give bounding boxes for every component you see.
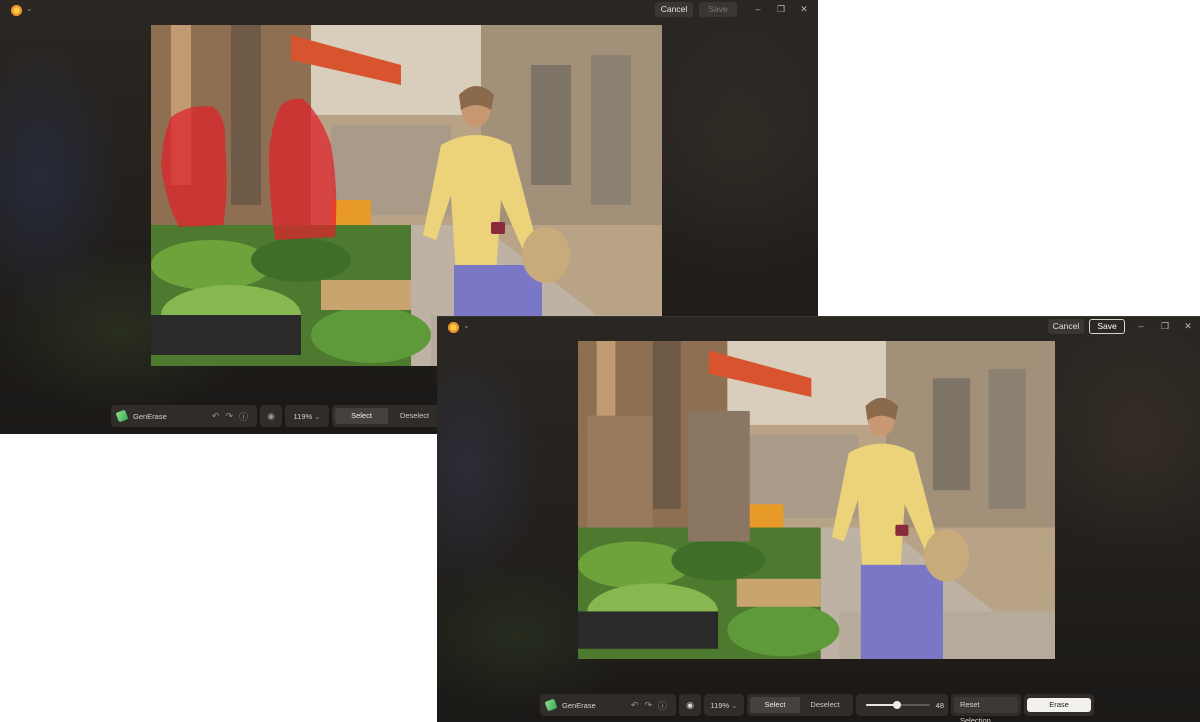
minimize-icon[interactable]: – (752, 3, 764, 15)
market-photo (151, 25, 662, 366)
zoom-level: 119% (293, 411, 313, 421)
preview-toggle[interactable]: ◉ (679, 694, 701, 716)
brush-size-control: 48 (856, 694, 948, 716)
editor-window-front: ⌄ Cancel Save – ❐ ✕ GenErase ↶ ↷ ⓘ ◉ 119… (437, 316, 1200, 722)
reset-selection-button[interactable]: Reset Selection (954, 697, 1018, 722)
close-icon[interactable]: ✕ (798, 3, 810, 15)
generase-tool-icon (115, 409, 129, 423)
tool-panel: GenErase ↶ ↷ ⓘ (540, 694, 676, 716)
zoom-dropdown[interactable]: 119% ⌄ (285, 405, 329, 427)
zoom-dropdown[interactable]: 119% ⌄ (704, 694, 744, 716)
deselect-mode-button[interactable]: Deselect (388, 408, 441, 424)
restore-icon[interactable]: ❐ (1159, 320, 1171, 332)
bottom-toolbar: GenErase ↶ ↷ ⓘ ◉ 119% ⌄ Select Deselect (111, 405, 444, 427)
zoom-level: 119% (710, 700, 730, 710)
tool-name: GenErase (133, 411, 167, 421)
bottom-toolbar: GenErase ↶ ↷ ⓘ ◉ 119% ⌄ Select Deselect … (540, 694, 1094, 722)
chevron-down-icon[interactable]: ⌄ (26, 4, 33, 13)
select-mode-button[interactable]: Select (335, 408, 388, 424)
market-photo (578, 341, 1055, 659)
brush-size-handle[interactable] (892, 701, 901, 709)
save-button[interactable]: Save (699, 2, 737, 17)
eye-icon: ◉ (267, 410, 275, 421)
cancel-button[interactable]: Cancel (655, 2, 693, 17)
reset-panel: Reset Selection (951, 694, 1021, 722)
photo-canvas[interactable] (578, 341, 1055, 659)
title-bar: ⌄ Cancel Save – ❐ ✕ (0, 0, 818, 20)
title-bar: ⌄ Cancel Save – ❐ ✕ (437, 317, 1200, 337)
eye-icon: ◉ (686, 699, 694, 710)
brush-size-value: 48 (935, 700, 944, 710)
close-icon[interactable]: ✕ (1182, 320, 1194, 332)
minimize-icon[interactable]: – (1135, 320, 1147, 332)
restore-icon[interactable]: ❐ (775, 3, 787, 15)
info-icon[interactable]: ⓘ (658, 699, 667, 712)
mode-selector: Select Deselect (747, 694, 853, 716)
deselect-mode-button[interactable]: Deselect (800, 697, 850, 713)
chevron-down-icon[interactable]: ⌄ (463, 321, 470, 330)
redo-icon[interactable]: ↷ (225, 411, 233, 422)
photo-canvas[interactable] (151, 25, 662, 366)
undo-icon[interactable]: ↶ (631, 700, 639, 711)
erase-panel: Erase (1024, 694, 1094, 716)
tool-name: GenErase (562, 700, 596, 710)
undo-icon[interactable]: ↶ (212, 411, 220, 422)
save-button[interactable]: Save (1089, 319, 1125, 334)
select-mode-button[interactable]: Select (750, 697, 800, 713)
app-logo-icon[interactable] (10, 4, 23, 17)
chevron-down-icon: ⌄ (314, 411, 321, 421)
info-icon[interactable]: ⓘ (239, 410, 248, 423)
app-logo-icon[interactable] (447, 321, 460, 334)
mode-selector: Select Deselect (332, 405, 444, 427)
redo-icon[interactable]: ↷ (644, 700, 652, 711)
generase-tool-icon (544, 698, 558, 712)
chevron-down-icon: ⌄ (731, 700, 738, 710)
erase-button[interactable]: Erase (1027, 698, 1091, 712)
brush-size-slider[interactable] (866, 701, 930, 709)
tool-panel: GenErase ↶ ↷ ⓘ (111, 405, 257, 427)
cancel-button[interactable]: Cancel (1048, 319, 1084, 334)
preview-toggle[interactable]: ◉ (260, 405, 282, 427)
